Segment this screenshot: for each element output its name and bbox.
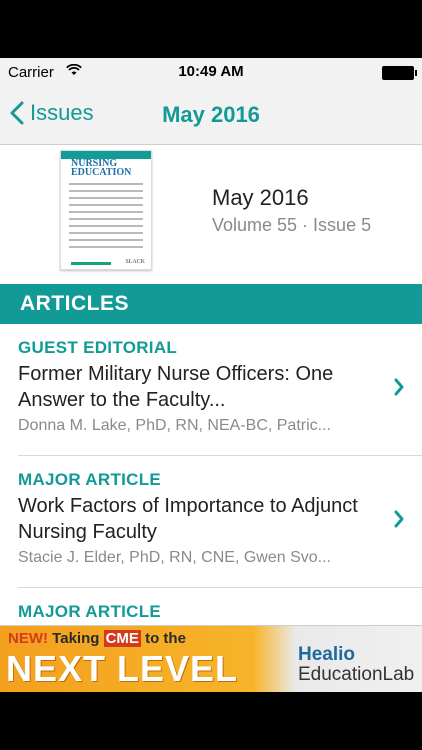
- issue-cover-image[interactable]: NURSING EDUCATION SLACK: [60, 150, 152, 270]
- cover-title-line2: EDUCATION: [71, 167, 132, 178]
- cover-footer-bar: [71, 262, 111, 265]
- ad-tagline: NEW! Taking CME to the: [8, 630, 186, 647]
- article-authors: Donna M. Lake, PhD, RN, NEA-BC, Patric..…: [18, 417, 331, 434]
- ad-headline: NEXT LEVEL: [6, 648, 239, 689]
- status-bar: Carrier 10:49 AM: [0, 58, 422, 86]
- ad-brand-healio: Healio: [298, 644, 356, 665]
- article-type: GUEST EDITORIAL: [18, 338, 178, 357]
- issue-header: NURSING EDUCATION SLACK May 2016 Volume …: [0, 145, 422, 285]
- article-row[interactable]: GUEST EDITORIAL Former Military Nurse Of…: [0, 324, 422, 456]
- issue-date: May 2016: [212, 185, 309, 210]
- cover-text-lines: [69, 183, 143, 253]
- chevron-right-icon: [394, 378, 404, 396]
- article-title: Former Military Nurse Officers: One Answ…: [18, 363, 334, 411]
- ad-text-c: to the: [145, 630, 186, 647]
- article-title: Work Factors of Importance to Adjunct Nu…: [18, 495, 358, 543]
- ad-text-a: Taking: [52, 630, 100, 647]
- ad-new-label: NEW!: [8, 630, 48, 647]
- section-label: ARTICLES: [20, 292, 129, 315]
- publisher-logo: SLACK: [125, 259, 145, 265]
- issue-volume: Volume 55 · Issue 5: [212, 215, 372, 235]
- ad-brand-educationlab: EducationLab: [298, 664, 415, 685]
- article-authors: Stacie J. Elder, PhD, RN, CNE, Gwen Svo.…: [18, 549, 331, 566]
- clock: 10:49 AM: [178, 63, 244, 80]
- battery-icon: [382, 66, 417, 80]
- section-header-articles: ARTICLES: [0, 284, 422, 324]
- ad-text-b: CME: [103, 630, 141, 647]
- article-type: MAJOR ARTICLE: [18, 470, 162, 489]
- app-screen: Carrier 10:49 AM Issues May 2016 NURSING…: [0, 58, 422, 692]
- advertisement-banner[interactable]: NEW! Taking CME to the NEXT LEVEL Healio…: [0, 625, 422, 692]
- article-type: MAJOR ARTICLE: [18, 602, 162, 621]
- page-title: May 2016: [162, 102, 260, 127]
- article-row[interactable]: MAJOR ARTICLE Work Factors of Importance…: [0, 456, 422, 588]
- navigation-bar: Issues May 2016: [0, 86, 422, 145]
- chevron-right-icon: [394, 510, 404, 528]
- cover-title: NURSING EDUCATION: [71, 159, 147, 178]
